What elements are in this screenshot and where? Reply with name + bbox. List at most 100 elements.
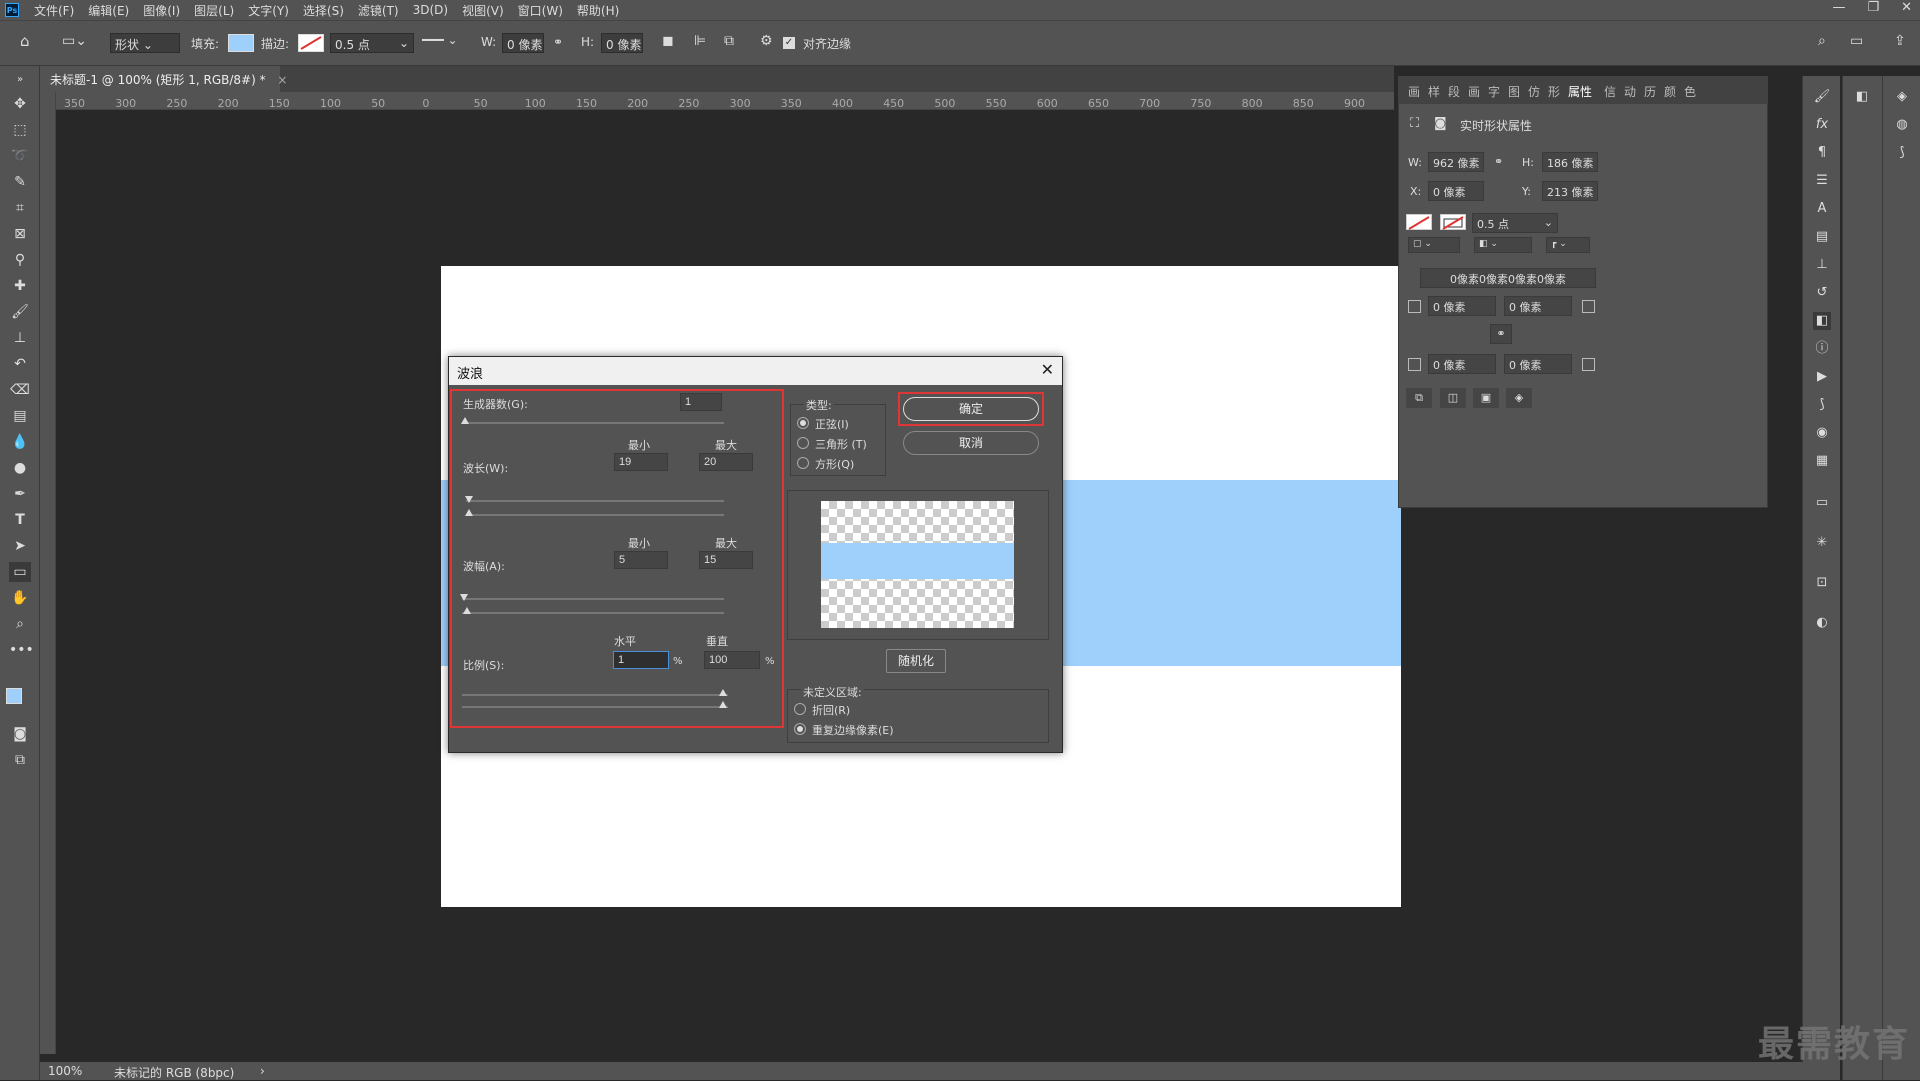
panel-tab[interactable]: 画	[1408, 83, 1420, 100]
stroke-size-select[interactable]: 0.5 点 ⌄	[330, 33, 414, 53]
swatches-panel-icon[interactable]: ▦	[1813, 452, 1831, 470]
scale-horizontal-slider[interactable]	[462, 694, 728, 696]
minimize-icon[interactable]: —	[1832, 0, 1845, 15]
rectangle-tool-icon[interactable]: ▭	[9, 562, 31, 582]
paths-strip-icon[interactable]: ⟆	[1893, 144, 1911, 162]
prop-stroke-swatch[interactable]	[1440, 214, 1466, 230]
screen-mode-icon[interactable]: ⧉	[9, 750, 31, 770]
stroke-color-swatch[interactable]	[298, 34, 324, 52]
amplitude-max-slider[interactable]	[462, 612, 724, 614]
wavelength-max-input[interactable]	[699, 453, 753, 471]
corner-link-icon[interactable]: ⚭	[1490, 324, 1512, 344]
paths-panel-icon[interactable]: ⟆	[1813, 396, 1831, 414]
wavelength-max-thumb[interactable]	[465, 509, 473, 516]
panel-tab[interactable]: 信	[1604, 83, 1616, 100]
close-tab-icon[interactable]: ×	[277, 73, 287, 87]
cancel-button[interactable]: 取消	[903, 431, 1039, 455]
gear-icon[interactable]: ⚙	[760, 33, 773, 49]
wavelength-min-input[interactable]	[614, 453, 668, 471]
panel-tab[interactable]: 动	[1624, 83, 1636, 100]
notes-panel-icon[interactable]: ▭	[1813, 494, 1831, 512]
menu-view[interactable]: 视图(V)	[455, 2, 511, 19]
panel-tab[interactable]: 字	[1488, 83, 1500, 100]
dodge-tool-icon[interactable]: ●	[9, 458, 31, 478]
wrap-around-radio[interactable]	[794, 703, 806, 715]
prop-link-icon[interactable]: ⚭	[1494, 155, 1503, 168]
move-tool-icon[interactable]: ✥	[9, 94, 31, 114]
panel-tab[interactable]: 历	[1644, 83, 1656, 100]
panel-tab[interactable]: 颜	[1664, 83, 1676, 100]
type-tool-icon[interactable]: T	[9, 510, 31, 530]
menu-window[interactable]: 窗口(W)	[511, 2, 570, 19]
zoom-level[interactable]: 100%	[48, 1064, 82, 1078]
amplitude-min-slider[interactable]	[462, 598, 724, 600]
blur-tool-icon[interactable]: 💧	[9, 432, 31, 452]
prop-y-field[interactable]: 213 像素	[1542, 181, 1598, 201]
pen-tool-icon[interactable]: ✒	[9, 484, 31, 504]
color-panel-icon[interactable]: ◉	[1813, 424, 1831, 442]
wavelength-min-slider[interactable]	[466, 500, 724, 502]
fx-panel-icon[interactable]: fx	[1813, 116, 1831, 134]
prop-stroke-size-select[interactable]: 0.5 点 ⌄	[1472, 213, 1558, 233]
eyedropper-tool-icon[interactable]: ⚲	[9, 250, 31, 270]
panel-tab[interactable]: 仿	[1528, 83, 1540, 100]
path-operations-icon[interactable]: ◼	[662, 33, 674, 49]
menu-file[interactable]: 文件(F)	[27, 2, 81, 19]
amplitude-max-thumb[interactable]	[463, 607, 471, 614]
panel-tab[interactable]: 图	[1508, 83, 1520, 100]
amplitude-min-thumb[interactable]	[460, 594, 468, 601]
channels-panel-icon[interactable]: ◍	[1893, 116, 1911, 134]
panel-tab[interactable]: 样	[1428, 83, 1440, 100]
panel-tab[interactable]: 画	[1468, 83, 1480, 100]
menu-layer[interactable]: 图层(L)	[187, 2, 241, 19]
menu-help[interactable]: 帮助(H)	[570, 2, 626, 19]
more-tools-icon[interactable]: •••	[9, 640, 34, 660]
hand-tool-icon[interactable]: ✋	[9, 588, 31, 608]
menu-image[interactable]: 图像(I)	[136, 2, 187, 19]
clone-source-panel-icon[interactable]: ⊥	[1813, 256, 1831, 274]
menu-edit[interactable]: 编辑(E)	[81, 2, 136, 19]
zoom-tool-icon[interactable]: ⌕	[9, 614, 31, 634]
type-square-radio[interactable]	[797, 457, 809, 469]
path-intersect-icon[interactable]: ▣	[1473, 388, 1499, 408]
toolbox-collapse-icon[interactable]: »	[9, 70, 31, 90]
libraries-panel-icon[interactable]: ⊡	[1813, 574, 1831, 592]
width-field[interactable]: 0 像素	[502, 33, 544, 53]
fill-color-swatch[interactable]	[228, 34, 254, 52]
stamp-tool-icon[interactable]: ⊥	[9, 328, 31, 348]
prop-stroke-type-select[interactable]: ▢ ⌄	[1408, 237, 1460, 253]
scale-horizontal-input[interactable]	[613, 651, 669, 669]
link-icon[interactable]: ⚭	[553, 35, 563, 49]
corner-br-field[interactable]: 0 像素	[1504, 354, 1572, 374]
scale-vertical-input[interactable]	[704, 651, 760, 669]
lasso-tool-icon[interactable]: ➰	[9, 146, 31, 166]
brush-panel-icon[interactable]: 🖌	[1813, 88, 1831, 106]
actions-panel-icon[interactable]: ▶	[1813, 368, 1831, 386]
adjust-panel-icon[interactable]: ◐	[1813, 614, 1831, 632]
panel-tab[interactable]: 形	[1548, 83, 1560, 100]
document-tab[interactable]: 未标题-1 @ 100% (矩形 1, RGB/8#) * ×	[40, 66, 287, 92]
status-expand-icon[interactable]: ›	[260, 1064, 265, 1078]
marquee-tool-icon[interactable]: ⬚	[9, 120, 31, 140]
panel-tab[interactable]: 段	[1448, 83, 1460, 100]
prop-corner-summary[interactable]: 0像素0像素0像素0像素	[1420, 268, 1596, 288]
panel-tab[interactable]: 属性	[1568, 83, 1592, 100]
workspace-icon[interactable]: ▭	[1850, 33, 1863, 49]
crop-tool-icon[interactable]: ⌗	[9, 198, 31, 218]
healing-brush-tool-icon[interactable]: ✚	[9, 276, 31, 296]
character-panel-icon[interactable]: A	[1813, 200, 1831, 218]
info-panel-icon[interactable]: ⓘ	[1813, 340, 1831, 358]
corner-tr-field[interactable]: 0 像素	[1504, 296, 1572, 316]
prop-stroke-align-select[interactable]: ◧ ⌄	[1474, 237, 1532, 253]
navigator-panel-icon[interactable]: ◧	[1853, 88, 1871, 106]
scale-vertical-slider[interactable]	[462, 706, 728, 708]
history-panel-icon[interactable]: ↺	[1813, 284, 1831, 302]
menu-type[interactable]: 文字(Y)	[241, 2, 296, 19]
type-triangle-radio[interactable]	[797, 437, 809, 449]
styles-panel-icon[interactable]: ▤	[1813, 228, 1831, 246]
gradient-tool-icon[interactable]: ▤	[9, 406, 31, 426]
dialog-close-icon[interactable]: ✕	[1041, 360, 1054, 379]
amplitude-min-input[interactable]	[614, 551, 668, 569]
panel-tab[interactable]: 色	[1684, 83, 1696, 100]
3d-panel-icon[interactable]: ✳	[1813, 534, 1831, 552]
